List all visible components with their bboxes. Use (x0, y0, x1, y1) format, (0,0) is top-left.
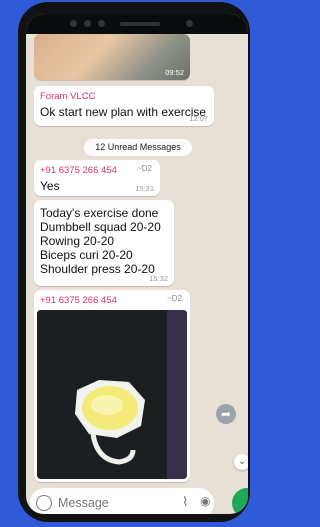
message-text-block: Today's exercise done Dumbbell squad 20-… (40, 206, 161, 276)
message-foram[interactable]: Foram VLCC Ok start new plan with exerci… (34, 86, 214, 126)
screen: 09:52 Foram VLCC Ok start new plan with … (26, 14, 248, 514)
camera-dot (70, 20, 77, 27)
sender-name: +91 6375 266 454 (40, 295, 117, 306)
sender-tilde: ~D2 (137, 164, 152, 173)
cup-illustration (37, 310, 187, 479)
message-time: 15:31 (135, 184, 154, 193)
sender-name: +91 6375 266 454 (40, 165, 117, 176)
message-line: Today's exercise done (40, 206, 159, 220)
camera-dot (84, 20, 91, 27)
message-line: Shoulder press 20-20 (40, 262, 155, 276)
forward-icon[interactable]: ➦ (216, 404, 236, 424)
mic-icon[interactable] (232, 488, 248, 514)
message-input-bar[interactable]: Message ⌇ ◉ (30, 488, 214, 514)
message-time: 12:07 (189, 114, 208, 123)
message-yes[interactable]: +91 6375 266 454 ~D2 Yes 15:31 (34, 160, 160, 196)
message-line: Dumbbell squad 20-20 (40, 220, 161, 234)
scroll-down-icon[interactable]: ⌄ (234, 454, 248, 470)
message-text: Yes (40, 179, 60, 193)
camera-icon[interactable]: ◉ (200, 494, 210, 508)
image-message-top[interactable]: 09:52 (34, 34, 190, 80)
message-exercise[interactable]: Today's exercise done Dumbbell squad 20-… (34, 200, 174, 286)
message-line: Rowing 20-20 (40, 234, 115, 248)
unread-badge: 12 Unread Messages (84, 139, 192, 156)
attach-icon[interactable]: ⌇ (182, 494, 188, 510)
speaker (120, 22, 160, 26)
message-text: Ok start new plan with exercise (40, 105, 207, 119)
message-line: Biceps curi 20-20 (40, 248, 133, 262)
emoji-icon[interactable] (36, 495, 52, 511)
sensor-dot (186, 20, 193, 27)
photo-cup[interactable] (37, 310, 187, 479)
message-input[interactable]: Message (58, 496, 109, 510)
message-time: 15:32 (149, 274, 168, 283)
camera-dot (98, 20, 105, 27)
sender-tilde: ~D2 (167, 294, 182, 303)
image-message[interactable]: +91 6375 266 454 ~D2 (34, 290, 190, 482)
status-bar (26, 14, 248, 34)
sender-name: Foram VLCC (40, 91, 96, 102)
message-time: 09:52 (165, 68, 184, 77)
